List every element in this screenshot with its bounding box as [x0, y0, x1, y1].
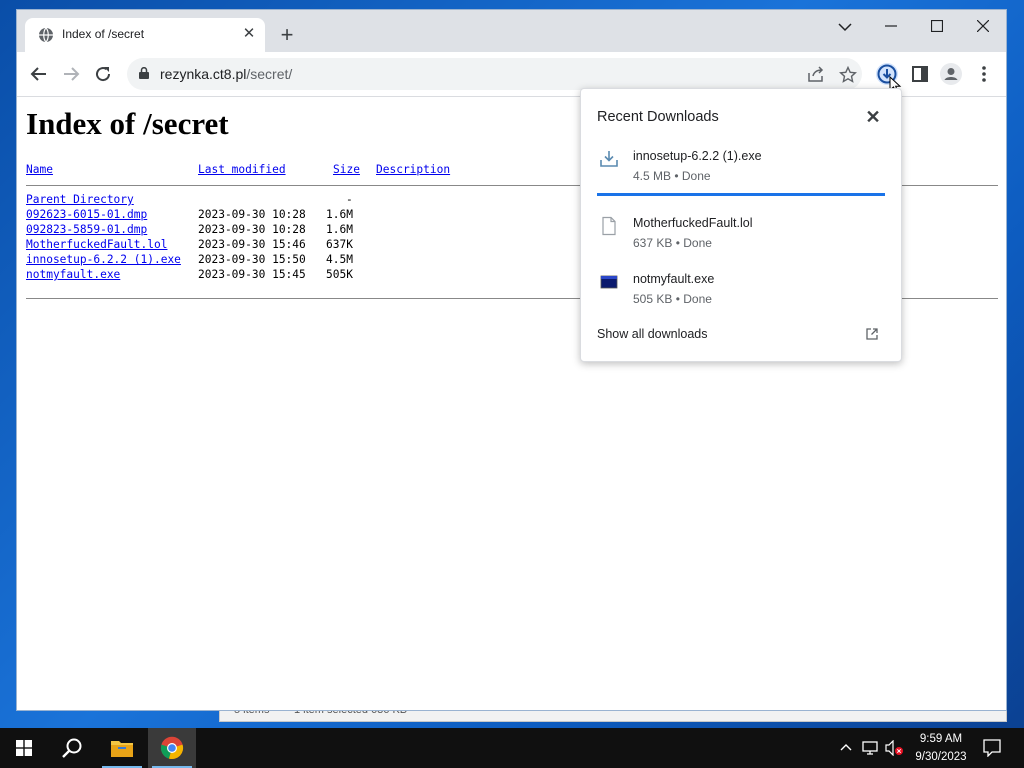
blank-file-icon [602, 216, 616, 236]
downloads-title: Recent Downloads [597, 109, 719, 125]
bookmark-star-icon[interactable] [839, 66, 857, 84]
minimize-button[interactable] [871, 14, 911, 42]
folder-icon [111, 741, 133, 757]
globe-icon [39, 27, 53, 43]
file-modified: 2023-09-30 15:45 [198, 268, 306, 281]
back-arrow-icon[interactable] [27, 62, 51, 86]
exe-app-icon [600, 275, 618, 289]
tab-title: Index of /secret [62, 27, 145, 41]
file-link[interactable]: 092823-5859-01.dmp [26, 223, 147, 236]
taskbar-file-explorer[interactable] [98, 728, 146, 768]
downloads-bubble: Recent Downloads ✕ innosetup-6.2.2 (1).e… [580, 88, 902, 362]
chrome-logo-icon [160, 736, 184, 760]
address-bar[interactable]: rezynka.ct8.pl/secret/ [127, 58, 862, 90]
page-title: Index of /secret [26, 106, 229, 141]
sort-by-name-link[interactable]: Name [26, 163, 53, 176]
start-button[interactable] [0, 728, 48, 768]
clock-date: 9/30/2023 [915, 751, 967, 763]
file-link[interactable]: 092623-6015-01.dmp [26, 208, 147, 221]
maximize-button[interactable] [917, 14, 957, 42]
sort-by-description-link[interactable]: Description [376, 163, 450, 176]
taskbar: 9:59 AM 9/30/2023 [0, 728, 1024, 768]
lock-icon[interactable] [139, 67, 149, 79]
more-menu-icon[interactable] [972, 62, 996, 86]
url-path: /secret/ [246, 66, 293, 82]
close-window-button[interactable] [963, 14, 1003, 42]
parent-size: - [346, 193, 353, 206]
show-all-downloads-link[interactable]: Show all downloads [597, 327, 708, 341]
share-icon[interactable] [807, 66, 825, 84]
reload-icon[interactable] [91, 62, 115, 86]
close-icon[interactable]: ✕ [861, 105, 885, 129]
download-file-icon [600, 151, 618, 167]
tab-search-chevron-icon[interactable] [825, 14, 865, 42]
notification-center-icon[interactable] [983, 739, 1001, 757]
url-text: rezynka.ct8.pl/secret/ [160, 66, 292, 82]
new-tab-button[interactable]: + [275, 23, 299, 47]
taskbar-chrome[interactable] [148, 728, 196, 768]
profile-avatar-icon[interactable] [939, 62, 963, 86]
tab-close-icon[interactable]: ✕ [239, 24, 259, 44]
download-status: 4.5 MB • Done [633, 169, 711, 183]
sort-by-size-link[interactable]: Size [333, 163, 360, 176]
download-item[interactable]: notmyfault.exe 505 KB • Done [581, 266, 901, 322]
file-size: 505K [326, 268, 353, 281]
tab-index-secret[interactable]: Index of /secret ✕ [25, 18, 265, 52]
side-panel-icon[interactable] [908, 62, 932, 86]
file-size: 637K [326, 238, 353, 251]
forward-arrow-icon[interactable] [59, 62, 83, 86]
download-status: 637 KB • Done [633, 236, 712, 250]
network-icon[interactable] [862, 740, 880, 756]
download-item[interactable]: MotherfuckedFault.lol 637 KB • Done [581, 210, 901, 266]
file-modified: 2023-09-30 15:46 [198, 238, 306, 251]
download-item[interactable]: innosetup-6.2.2 (1).exe 4.5 MB • Done [581, 143, 901, 199]
sort-by-modified-link[interactable]: Last modified [198, 163, 286, 176]
file-size: 4.5M [326, 253, 353, 266]
file-size: 1.6M [326, 208, 353, 221]
parent-directory-link[interactable]: Parent Directory [26, 193, 134, 206]
search-button[interactable] [48, 728, 96, 768]
windows-logo-icon [16, 740, 32, 756]
tray-chevron-up-icon[interactable] [840, 742, 852, 752]
file-link[interactable]: MotherfuckedFault.lol [26, 238, 167, 251]
download-filename: notmyfault.exe [633, 272, 715, 286]
download-progress-bar [597, 193, 885, 196]
download-status: 505 KB • Done [633, 292, 712, 306]
file-link[interactable]: notmyfault.exe [26, 268, 120, 281]
url-host: rezynka.ct8.pl [160, 66, 247, 82]
file-size: 1.6M [326, 223, 353, 236]
taskbar-clock[interactable]: 9:59 AM 9/30/2023 [904, 730, 978, 766]
file-modified: 2023-09-30 15:50 [198, 253, 306, 266]
tab-strip: Index of /secret ✕ + [17, 10, 1006, 52]
file-modified: 2023-09-30 10:28 [198, 223, 306, 236]
open-external-icon[interactable] [865, 327, 879, 341]
file-modified: 2023-09-30 10:28 [198, 208, 306, 221]
download-filename: MotherfuckedFault.lol [633, 216, 753, 230]
file-link[interactable]: innosetup-6.2.2 (1).exe [26, 253, 181, 266]
download-filename: innosetup-6.2.2 (1).exe [633, 149, 762, 163]
volume-muted-icon[interactable] [884, 740, 904, 756]
search-icon [62, 738, 82, 758]
clock-time: 9:59 AM [919, 733, 963, 745]
